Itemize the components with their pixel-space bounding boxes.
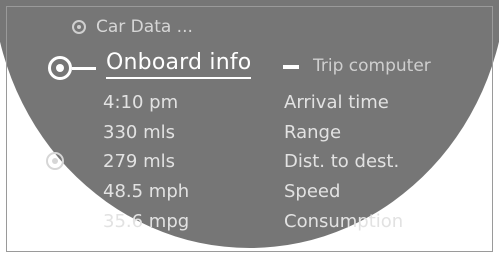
label-dist-to-dest: Dist. to dest.: [284, 151, 400, 172]
display-frame: Car Data ... Onboard info Trip computer …: [0, 0, 499, 259]
menu-dash-separator: [283, 65, 299, 69]
menu-selector: [48, 55, 96, 81]
list-item-range[interactable]: 330 mls Range: [0, 119, 499, 147]
breadcrumb[interactable]: Car Data ...: [72, 14, 193, 40]
selector-connector: [72, 66, 96, 70]
label-range: Range: [284, 122, 342, 143]
value-arrival-time: 4:10 pm: [103, 92, 179, 113]
submenu-trip-computer[interactable]: Trip computer: [313, 53, 431, 79]
value-range: 330 mls: [103, 122, 175, 143]
selector-ring-icon: [48, 56, 72, 80]
breadcrumb-ring-icon: [72, 20, 86, 34]
list-item-consumption[interactable]: 35.6 mpg Consumption: [0, 208, 499, 236]
value-consumption: 35.6 mpg: [103, 211, 190, 232]
label-arrival-time: Arrival time: [284, 92, 389, 113]
value-dist-to-dest: 279 mls: [103, 151, 175, 172]
label-speed: Speed: [284, 181, 341, 202]
label-consumption: Consumption: [284, 211, 404, 232]
list-item-speed[interactable]: 48.5 mph Speed: [0, 178, 499, 206]
value-speed: 48.5 mph: [103, 181, 190, 202]
list-item-dist-to-dest[interactable]: 279 mls Dist. to dest.: [0, 148, 499, 176]
list-item-arrival-time[interactable]: 4:10 pm Arrival time: [0, 89, 499, 117]
breadcrumb-label: Car Data ...: [96, 17, 193, 37]
menu-title-onboard-info[interactable]: Onboard info: [106, 50, 252, 79]
